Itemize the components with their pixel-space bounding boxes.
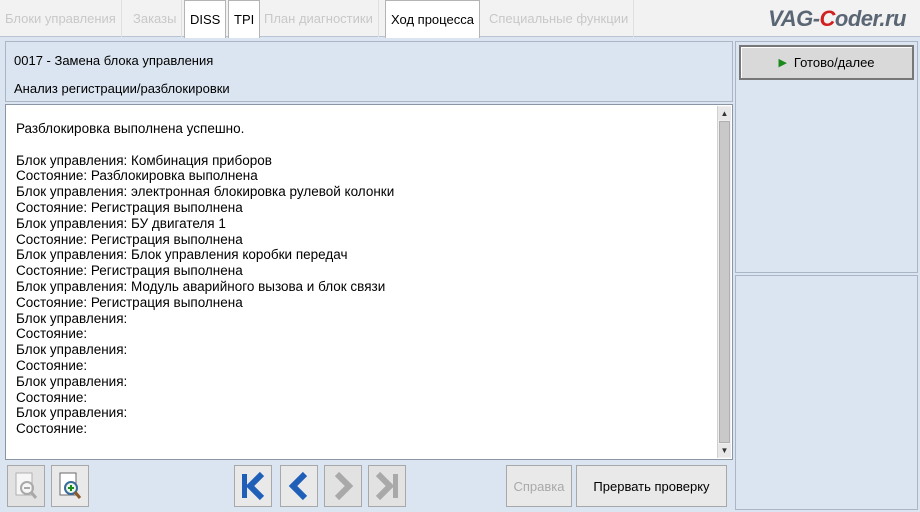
action-panel: ▶ Готово/далее [735,41,918,273]
zoom-in-button[interactable] [51,465,89,507]
log-line: Блок управления: Комбинация приборов [16,152,272,168]
procedure-title: 0017 - Замена блока управления [14,53,214,68]
log-line: Состояние: Регистрация выполнена [16,294,243,310]
play-arrow-icon: ▶ [778,57,787,69]
procedure-header: 0017 - Замена блока управления Анализ ре… [5,41,733,102]
first-page-button[interactable] [234,465,272,507]
tab-bar: Блоки управления Заказы DISS TPI План ди… [0,0,920,38]
log-line: Блок управления: [16,405,128,421]
log-line: Блок управления: [16,342,128,358]
log-text: Разблокировка выполнена успешно. Блок упр… [16,121,706,437]
log-line: Блок управления: [16,373,128,389]
last-page-icon [375,471,398,501]
zoom-out-button[interactable] [7,465,45,507]
log-line: Блок управления: электронная блокировка … [16,184,395,200]
scroll-up-icon[interactable]: ▲ [718,107,731,120]
scrollbar-thumb[interactable] [719,121,730,443]
previous-button[interactable] [280,465,318,507]
tab-diagnostic-plan[interactable]: План диагностики [259,0,379,37]
log-line: Разблокировка выполнена успешно. [16,121,245,136]
log-line: Состояние: Регистрация выполнена [16,231,243,247]
log-line: Состояние: Регистрация выполнена [16,263,243,279]
bottom-toolbar: Справка Прервать проверку [5,462,733,510]
vertical-scrollbar[interactable]: ▲ ▼ [717,106,731,458]
watermark-logo: VAG-Coder.ru [768,6,906,31]
zoom-in-icon [59,472,82,499]
tab-diss[interactable]: DISS [184,0,227,38]
tab-process-progress[interactable]: Ход процесса [385,0,480,38]
log-line: Блок управления: Блок управления коробки… [16,247,348,263]
tab-orders[interactable]: Заказы [128,0,183,37]
zoom-out-icon [15,472,38,499]
log-line: Состояние: Разблокировка выполнена [16,168,258,184]
abort-check-button[interactable]: Прервать проверку [576,465,727,507]
done-next-button[interactable]: ▶ Готово/далее [739,45,914,80]
log-line: Состояние: [16,421,88,437]
tab-control-units[interactable]: Блоки управления [0,0,122,37]
previous-icon [288,471,308,501]
log-line: Состояние: [16,389,88,405]
log-line: Блок управления: Модуль аварийного вызов… [16,278,386,294]
first-page-icon [242,471,265,501]
next-icon [334,471,354,501]
scroll-down-icon[interactable]: ▼ [718,444,731,457]
secondary-panel [735,275,918,510]
last-page-button[interactable] [368,465,406,507]
tab-special-functions[interactable]: Специальные функции [484,0,635,37]
help-button[interactable]: Справка [506,465,572,507]
procedure-subtitle: Анализ регистрации/разблокировки [14,81,230,96]
log-line: Состояние: [16,357,88,373]
log-line: Состояние: [16,326,88,342]
log-line: Блок управления: БУ двигателя 1 [16,215,226,231]
done-next-label: Готово/далее [793,55,875,70]
log-line: Состояние: Регистрация выполнена [16,199,243,215]
tab-tpi[interactable]: TPI [228,0,261,38]
log-text-area[interactable]: Разблокировка выполнена успешно. Блок упр… [5,104,733,460]
log-line: Блок управления: [16,310,128,326]
next-button[interactable] [324,465,362,507]
